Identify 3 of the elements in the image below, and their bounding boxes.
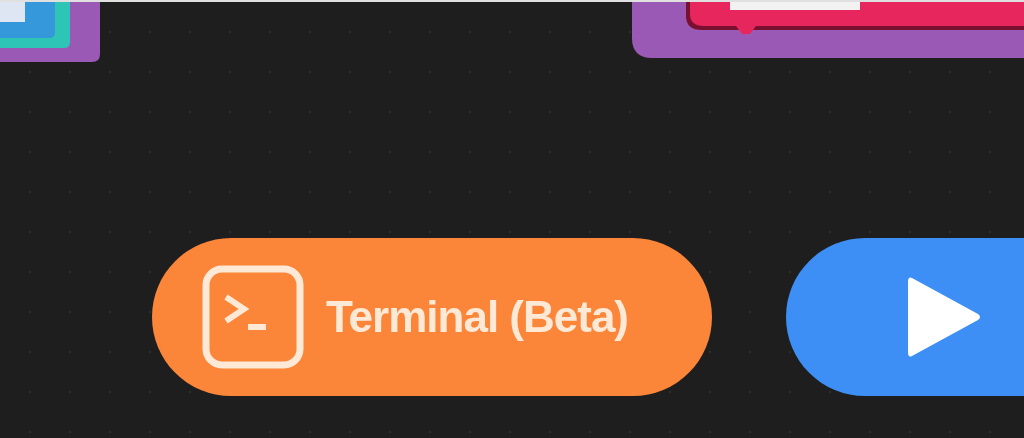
run-button[interactable] [786,238,1024,396]
terminal-icon [202,265,304,369]
terminal-button[interactable]: Terminal (Beta) [152,238,712,396]
